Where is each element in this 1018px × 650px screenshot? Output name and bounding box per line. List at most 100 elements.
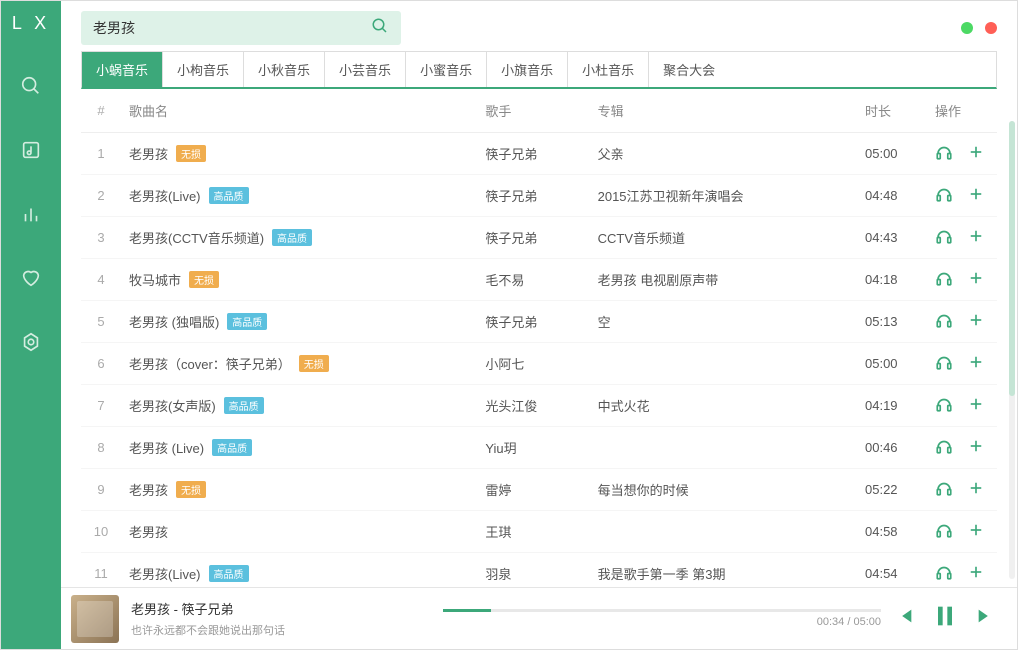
artist-name: 筷子兄弟: [477, 175, 589, 217]
play-icon[interactable]: [935, 353, 953, 374]
duration: 04:58: [857, 511, 927, 553]
table-row[interactable]: 5老男孩 (独唱版)高品质筷子兄弟空05:13: [81, 301, 997, 343]
album-name: 2015江苏卫视新年演唱会: [590, 175, 857, 217]
duration: 00:46: [857, 427, 927, 469]
col-album-header: 专辑: [590, 89, 857, 133]
scrollbar[interactable]: [1009, 121, 1015, 579]
add-icon[interactable]: [967, 479, 985, 500]
add-icon[interactable]: [967, 563, 985, 584]
song-name: 老男孩: [129, 144, 168, 163]
source-tabs: 小蜗音乐小枸音乐小秋音乐小芸音乐小蜜音乐小旗音乐小杜音乐聚合大会: [81, 51, 997, 89]
play-icon[interactable]: [935, 437, 953, 458]
add-icon[interactable]: [967, 227, 985, 248]
table-row[interactable]: 3老男孩(CCTV音乐频道)高品质筷子兄弟CCTV音乐频道04:43: [81, 217, 997, 259]
track-title: 老男孩 - 筷子兄弟: [131, 599, 431, 618]
album-name: 我是歌手第一季 第3期: [590, 553, 857, 588]
song-name: 老男孩(CCTV音乐频道): [129, 228, 264, 247]
prev-button[interactable]: [893, 605, 915, 632]
row-number: 9: [81, 469, 121, 511]
album-name: CCTV音乐频道: [590, 217, 857, 259]
source-tab[interactable]: 小芸音乐: [325, 52, 406, 87]
nav-heart-icon[interactable]: [11, 258, 51, 298]
play-icon[interactable]: [935, 479, 953, 500]
table-row[interactable]: 2老男孩(Live)高品质筷子兄弟2015江苏卫视新年演唱会04:48: [81, 175, 997, 217]
album-art[interactable]: [71, 595, 119, 643]
add-icon[interactable]: [967, 311, 985, 332]
nav-chart-icon[interactable]: [11, 194, 51, 234]
progress-bar[interactable]: [443, 609, 881, 612]
source-tab[interactable]: 小枸音乐: [163, 52, 244, 87]
play-icon[interactable]: [935, 521, 953, 542]
table-row[interactable]: 1 老男孩无损 筷子兄弟父亲05:00: [81, 133, 997, 175]
next-button[interactable]: [975, 605, 997, 632]
artist-name: 王琪: [477, 511, 589, 553]
pause-button[interactable]: [931, 602, 959, 635]
close-button[interactable]: [985, 22, 997, 34]
song-name: 老男孩 (独唱版): [129, 312, 219, 331]
add-icon[interactable]: [967, 143, 985, 164]
col-song-header: 歌曲名: [121, 89, 477, 133]
album-name: [590, 427, 857, 469]
nav-search-icon[interactable]: [11, 66, 51, 106]
nav-settings-icon[interactable]: [11, 322, 51, 362]
duration: 05:13: [857, 301, 927, 343]
scrollbar-thumb[interactable]: [1009, 121, 1015, 396]
duration: 04:19: [857, 385, 927, 427]
row-number: 2: [81, 175, 121, 217]
add-icon[interactable]: [967, 269, 985, 290]
table-row[interactable]: 9老男孩无损雷婷每当想你的时候05:22: [81, 469, 997, 511]
source-tab[interactable]: 小杜音乐: [568, 52, 649, 87]
table-row[interactable]: 4牧马城市无损毛不易老男孩 电视剧原声带04:18: [81, 259, 997, 301]
add-icon[interactable]: [967, 395, 985, 416]
play-icon[interactable]: [935, 185, 953, 206]
add-icon[interactable]: [967, 437, 985, 458]
add-icon[interactable]: [967, 185, 985, 206]
source-tab[interactable]: 聚合大会: [649, 52, 729, 87]
album-name: 父亲: [590, 133, 857, 175]
play-icon[interactable]: [935, 563, 953, 584]
duration: 04:54: [857, 553, 927, 588]
duration: 04:43: [857, 217, 927, 259]
track-lyric: 也许永远都不会跟她说出那句话: [131, 622, 431, 638]
song-name: 牧马城市: [129, 270, 181, 289]
hq-badge: 高品质: [272, 229, 312, 246]
artist-name: 毛不易: [477, 259, 589, 301]
album-name: 中式火花: [590, 385, 857, 427]
song-name: 老男孩(女声版): [129, 396, 216, 415]
col-artist-header: 歌手: [477, 89, 589, 133]
artist-name: 羽泉: [477, 553, 589, 588]
nav-music-icon[interactable]: [11, 130, 51, 170]
search-box[interactable]: [81, 11, 401, 45]
table-row[interactable]: 10老男孩王琪04:58: [81, 511, 997, 553]
source-tab[interactable]: 小秋音乐: [244, 52, 325, 87]
minimize-button[interactable]: [961, 22, 973, 34]
source-tab[interactable]: 小旗音乐: [487, 52, 568, 87]
table-row[interactable]: 7老男孩(女声版)高品质光头江俊中式火花04:19: [81, 385, 997, 427]
add-icon[interactable]: [967, 521, 985, 542]
search-input[interactable]: [93, 20, 371, 36]
table-row[interactable]: 6老男孩（cover：筷子兄弟）无损小阿七05:00: [81, 343, 997, 385]
duration: 05:00: [857, 343, 927, 385]
row-number: 3: [81, 217, 121, 259]
artist-name: 筷子兄弟: [477, 133, 589, 175]
lossless-badge: 无损: [176, 145, 206, 162]
play-icon[interactable]: [935, 311, 953, 332]
col-num-header: #: [81, 89, 121, 133]
row-number: 1: [81, 133, 121, 175]
song-name: 老男孩(Live): [129, 186, 201, 205]
row-number: 11: [81, 553, 121, 588]
hq-badge: 高品质: [224, 397, 264, 414]
duration: 05:22: [857, 469, 927, 511]
play-icon[interactable]: [935, 395, 953, 416]
artist-name: Yiu玥: [477, 427, 589, 469]
play-icon[interactable]: [935, 143, 953, 164]
play-icon[interactable]: [935, 269, 953, 290]
source-tab[interactable]: 小蜜音乐: [406, 52, 487, 87]
play-icon[interactable]: [935, 227, 953, 248]
source-tab[interactable]: 小蜗音乐: [82, 52, 163, 87]
table-row[interactable]: 8老男孩 (Live)高品质Yiu玥00:46: [81, 427, 997, 469]
search-icon[interactable]: [371, 17, 389, 40]
add-icon[interactable]: [967, 353, 985, 374]
duration: 05:00: [857, 133, 927, 175]
table-row[interactable]: 11老男孩(Live)高品质羽泉我是歌手第一季 第3期04:54: [81, 553, 997, 588]
